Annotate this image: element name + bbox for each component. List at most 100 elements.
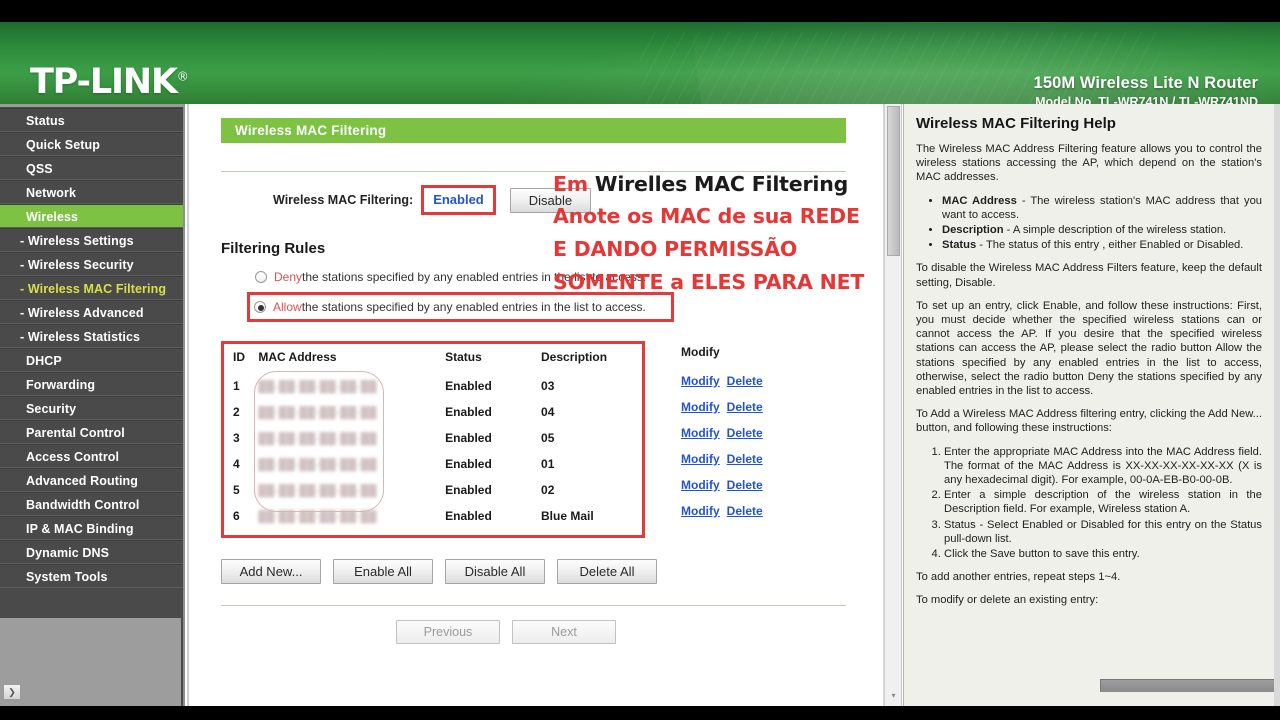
cell-description: 03 xyxy=(541,379,555,393)
column-header-id: ID xyxy=(233,350,245,364)
cell-id: 6 xyxy=(233,509,240,523)
sidebar-scroll-button[interactable]: ❯ xyxy=(3,684,21,700)
radio-button-deny-icon[interactable] xyxy=(255,271,267,283)
cell-id: 5 xyxy=(233,483,240,497)
enable-all-button[interactable]: Enable All xyxy=(333,559,433,584)
help-bullet-text: - The status of this entry , either Enab… xyxy=(976,239,1244,252)
cell-id: 2 xyxy=(233,405,240,419)
sidebar-item-network[interactable]: Network xyxy=(0,180,183,204)
cell-mac-address: ██-██-██-██-██-██ xyxy=(258,425,445,451)
model-number: Model No. TL-WR741N / TL-WR741ND xyxy=(1035,95,1258,104)
cell-description: 05 xyxy=(541,431,555,445)
table-row: 2 ██-██-██-██-██-██ Enabled 04 xyxy=(224,399,642,425)
sidebar-item-bandwidth-control[interactable]: Bandwidth Control xyxy=(0,492,183,516)
delete-link[interactable]: Delete xyxy=(727,452,763,466)
help-panel: Wireless MAC Filtering Help The Wireless… xyxy=(903,104,1280,706)
help-bullet-text: - A simple description of the wireless s… xyxy=(1003,224,1227,237)
help-bottom-fade xyxy=(904,690,1280,706)
help-bullet-item: Description - A simple description of th… xyxy=(942,223,1262,237)
delete-link[interactable]: Delete xyxy=(727,478,763,492)
help-bullet-term: Description xyxy=(942,224,1004,237)
column-header-modify: Modify xyxy=(681,345,720,359)
sidebar-item-status[interactable]: Status xyxy=(0,108,183,132)
sidebar-item-qss[interactable]: QSS xyxy=(0,156,183,180)
main-panel-scrollbar[interactable]: ▾ xyxy=(884,104,902,706)
sidebar-item-parental-control[interactable]: Parental Control xyxy=(0,420,183,444)
help-intro: The Wireless MAC Address Filtering featu… xyxy=(916,143,1262,184)
modify-link[interactable]: Modify xyxy=(681,452,720,466)
sidebar-item-quick-setup[interactable]: Quick Setup xyxy=(0,132,183,156)
sidebar-item-ip-mac-binding[interactable]: IP & MAC Binding xyxy=(0,516,183,540)
filter-state-highlight-box: Enabled xyxy=(421,185,496,215)
previous-button[interactable]: Previous xyxy=(396,620,500,644)
next-button[interactable]: Next xyxy=(512,620,616,644)
cell-status: Enabled xyxy=(445,509,492,523)
modify-link[interactable]: Modify xyxy=(681,400,720,414)
mac-table-area: ID MAC Address Status Description 1 ██-██… xyxy=(221,341,861,538)
sidebar-item-access-control[interactable]: Access Control xyxy=(0,444,183,468)
table-header-row: ID MAC Address Status Description xyxy=(224,348,642,373)
table-row: 6 ██-██-██-██-██-██ Enabled Blue Mail xyxy=(224,503,642,529)
annotation-dark-text: Wirelles MAC Filtering xyxy=(594,172,849,196)
sidebar-item-system-tools[interactable]: System Tools xyxy=(0,564,183,588)
sidebar-item-forwarding[interactable]: Forwarding xyxy=(0,372,183,396)
cell-description: 04 xyxy=(541,405,555,419)
help-step-item: Click the Save button to save this entry… xyxy=(944,547,1262,561)
sidebar-item-wireless-settings[interactable]: - Wireless Settings xyxy=(0,228,183,252)
table-row: 1 ██-██-██-██-██-██ Enabled 03 xyxy=(224,373,642,399)
window-right-edge xyxy=(1274,104,1280,706)
rule-keyword: Deny xyxy=(274,270,303,284)
delete-all-button[interactable]: Delete All xyxy=(557,559,657,584)
radio-button-allow-icon[interactable] xyxy=(254,301,266,313)
rule-text: the stations specified by any enabled en… xyxy=(301,300,646,314)
filter-state-link[interactable]: Enabled xyxy=(433,192,484,207)
scroll-down-arrow-icon[interactable]: ▾ xyxy=(887,690,900,703)
add-new-button[interactable]: Add New... xyxy=(221,559,321,584)
sidebar-item-dhcp[interactable]: DHCP xyxy=(0,348,183,372)
table-row: 5 ██-██-██-██-██-██ Enabled 02 xyxy=(224,477,642,503)
help-disable-note: To disable the Wireless MAC Address Filt… xyxy=(916,261,1262,289)
modify-actions-row: Modify Delete xyxy=(681,420,763,446)
sidebar-item-dynamic-dns[interactable]: Dynamic DNS xyxy=(0,540,183,564)
filtering-rule-allow[interactable]: Allow the stations specified by any enab… xyxy=(247,292,674,322)
help-repeat-note: To add another entries, repeat steps 1~4… xyxy=(916,571,1121,584)
cell-status: Enabled xyxy=(445,379,492,393)
brand-header: TP-LINK® 150M Wireless Lite N Router Mod… xyxy=(0,22,1280,104)
column-header-mac: MAC Address xyxy=(258,350,337,364)
disable-all-button[interactable]: Disable All xyxy=(445,559,545,584)
help-add-note: To Add a Wireless MAC Address filtering … xyxy=(916,408,1262,435)
modify-link[interactable]: Modify xyxy=(681,504,720,518)
help-bullet-term: Status xyxy=(942,239,977,252)
modify-link[interactable]: Modify xyxy=(681,374,720,388)
annotation-line-3: E DANDO PERMISSÃO xyxy=(553,237,797,261)
annotation-red-text: SOMENTE a ELES PARA NET xyxy=(553,270,865,294)
column-header-description: Description xyxy=(541,350,608,364)
delete-link[interactable]: Delete xyxy=(727,426,763,440)
sidebar-item-wireless-mac-filtering[interactable]: - Wireless MAC Filtering xyxy=(0,276,183,300)
mac-address-redacted: ██-██-██-██-██-██ xyxy=(258,381,377,393)
sidebar-item-security[interactable]: Security xyxy=(0,396,183,420)
cell-mac-address: ██-██-██-██-██-██ xyxy=(258,503,445,529)
delete-link[interactable]: Delete xyxy=(727,374,763,388)
sidebar-item-wireless[interactable]: Wireless xyxy=(0,204,183,228)
modify-actions-row: Modify Delete xyxy=(681,446,763,472)
sidebar-item-wireless-security[interactable]: - Wireless Security xyxy=(0,252,183,276)
modify-link[interactable]: Modify xyxy=(681,426,720,440)
scrollbar-thumb[interactable] xyxy=(887,106,900,256)
mac-address-redacted: ██-██-██-██-██-██ xyxy=(258,407,377,419)
mac-address-redacted: ██-██-██-██-██-██ xyxy=(258,459,377,471)
modify-link[interactable]: Modify xyxy=(681,478,720,492)
mac-address-redacted: ██-██-██-██-██-██ xyxy=(258,485,377,497)
sidebar-empty-fill xyxy=(0,618,181,706)
delete-link[interactable]: Delete xyxy=(727,400,763,414)
cell-id: 1 xyxy=(233,379,240,393)
sidebar-item-wireless-advanced[interactable]: - Wireless Advanced xyxy=(0,300,183,324)
cell-status: Enabled xyxy=(445,483,492,497)
sidebar-item-advanced-routing[interactable]: Advanced Routing xyxy=(0,468,183,492)
help-cut-note: To modify or delete an existing entry: xyxy=(916,594,1099,607)
sidebar-item-wireless-statistics[interactable]: - Wireless Statistics xyxy=(0,324,183,348)
cell-mac-address: ██-██-██-██-██-██ xyxy=(258,373,445,399)
tp-link-logo: TP-LINK® xyxy=(30,62,189,102)
sidebar-menu-list: Status Quick Setup QSS Network Wireless - Wir… xyxy=(0,107,183,588)
delete-link[interactable]: Delete xyxy=(727,504,763,518)
